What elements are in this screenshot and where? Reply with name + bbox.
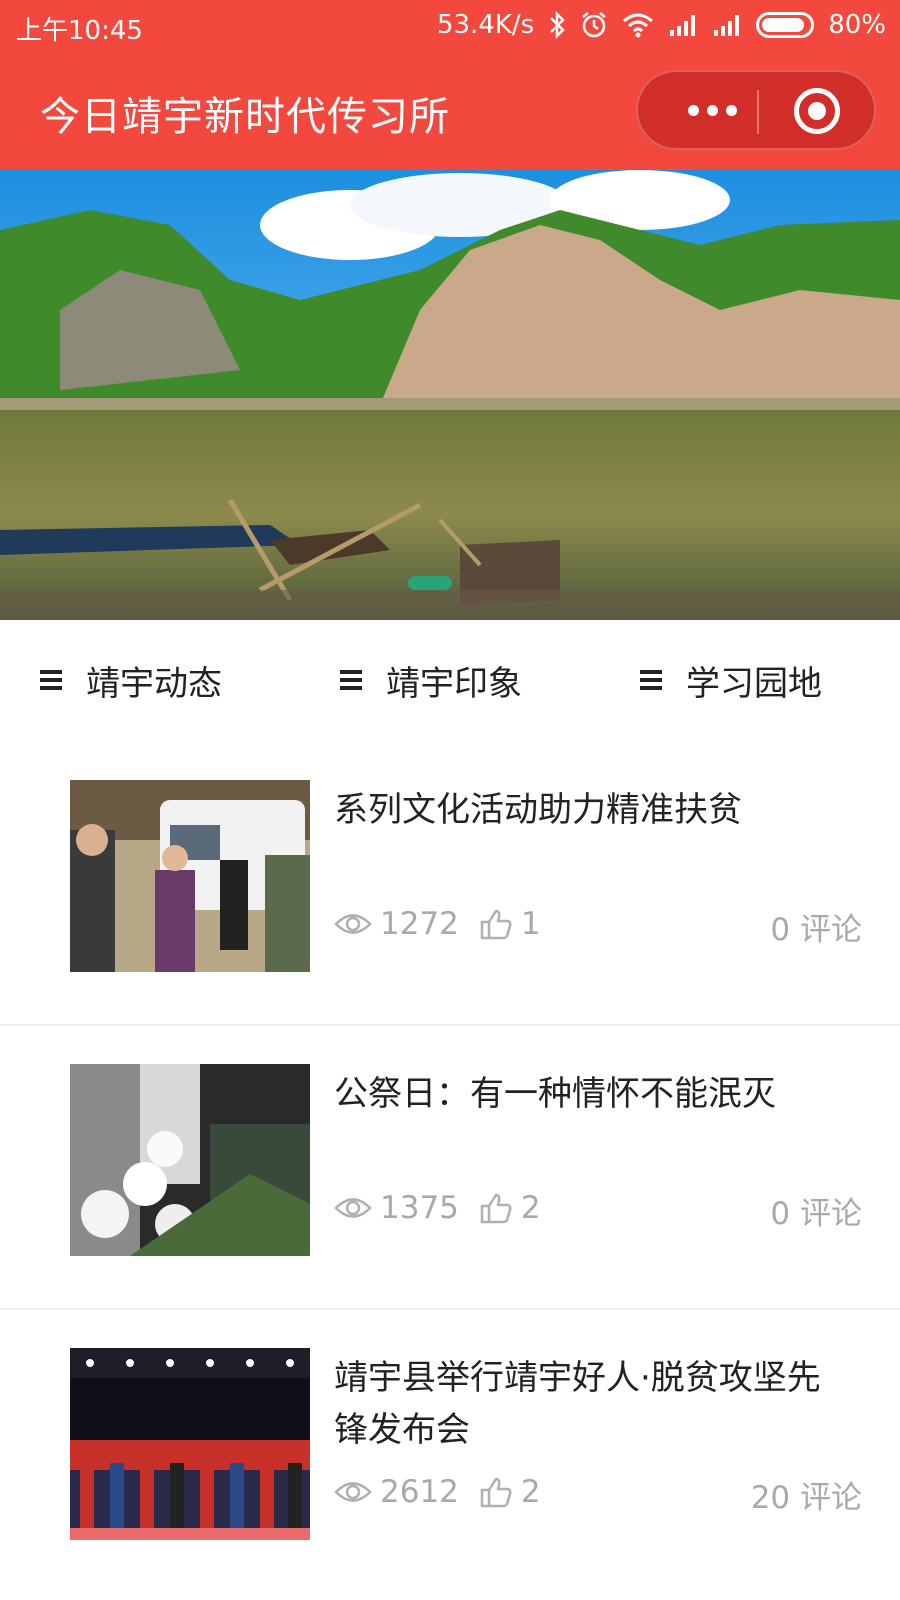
- thumbs-up-icon[interactable]: [479, 1476, 513, 1508]
- like-count: 1: [520, 906, 541, 942]
- tab-label: 靖宇印象: [386, 663, 522, 704]
- top-bar: 上午10:45 53.4K/s 80% 今日靖宇新时代传习所: [0, 0, 900, 170]
- battery-percent: 80%: [828, 10, 886, 40]
- like-count: 2: [520, 1190, 541, 1226]
- banner-image: [0, 170, 900, 620]
- article-title: 靖宇县举行靖宇好人·脱贫攻坚先锋发布会: [334, 1358, 821, 1450]
- eye-icon: [334, 914, 372, 934]
- article-item[interactable]: 靖宇县举行靖宇好人·脱贫攻坚先锋发布会 2612 2 20 评论: [0, 1308, 900, 1594]
- battery-icon: [756, 12, 815, 38]
- like-count: 2: [520, 1474, 541, 1510]
- eye-icon: [334, 1482, 372, 1502]
- comment-count[interactable]: 20 评论: [751, 1472, 862, 1517]
- article-item[interactable]: 系列文化活动助力精准扶贫 1272 1 0 评论: [0, 740, 900, 1026]
- article-stats: 1272 1: [334, 906, 561, 942]
- article-title: 公祭日：有一种情怀不能泯灭: [334, 1074, 776, 1114]
- banner-carousel[interactable]: [0, 170, 900, 620]
- menu-icon: [40, 670, 62, 690]
- alarm-icon: [582, 12, 606, 38]
- wifi-icon: [623, 13, 654, 38]
- more-button[interactable]: [672, 72, 752, 148]
- category-tabs: 靖宇动态 靖宇印象 学习园地: [0, 620, 900, 740]
- signal-icon: [714, 15, 740, 36]
- network-speed: 53.4K/s: [436, 10, 535, 40]
- article-title: 系列文化活动助力精准扶贫: [334, 790, 742, 830]
- page-title: 今日靖宇新时代传习所: [40, 94, 450, 140]
- capsule-divider: [757, 90, 759, 134]
- article-thumbnail: [70, 1348, 310, 1540]
- article-stats: 2612 2: [334, 1474, 561, 1510]
- menu-icon: [640, 670, 662, 690]
- view-count: 2612: [380, 1474, 459, 1510]
- status-right: 53.4K/s 80%: [437, 10, 886, 40]
- tab-jingyu-impression[interactable]: 靖宇印象: [300, 620, 600, 740]
- article-thumbnail: [70, 1064, 310, 1256]
- comment-count[interactable]: 0 评论: [770, 1188, 862, 1233]
- view-count: 1272: [380, 906, 459, 942]
- close-button[interactable]: [794, 88, 840, 134]
- signal-icon: [670, 15, 696, 36]
- article-thumbnail: [70, 780, 310, 972]
- bluetooth-icon: [550, 11, 565, 39]
- eye-icon: [334, 1198, 372, 1218]
- carousel-indicator-active[interactable]: [408, 576, 452, 590]
- tab-label: 靖宇动态: [86, 663, 222, 704]
- thumbs-up-icon[interactable]: [479, 1192, 513, 1224]
- tab-jingyu-news[interactable]: 靖宇动态: [0, 620, 300, 740]
- status-time: 上午10:45: [16, 16, 143, 46]
- tab-study-garden[interactable]: 学习园地: [600, 620, 900, 740]
- menu-icon: [340, 670, 362, 690]
- article-stats: 1375 2: [334, 1190, 561, 1226]
- thumbs-up-icon[interactable]: [479, 908, 513, 940]
- tab-label: 学习园地: [686, 663, 822, 704]
- comment-count[interactable]: 0 评论: [770, 904, 862, 949]
- miniprogram-capsule: [636, 70, 876, 150]
- article-item[interactable]: 公祭日：有一种情怀不能泯灭 1375 2 0 评论: [0, 1024, 900, 1310]
- view-count: 1375: [380, 1190, 459, 1226]
- status-bar: 上午10:45 53.4K/s 80%: [0, 0, 900, 54]
